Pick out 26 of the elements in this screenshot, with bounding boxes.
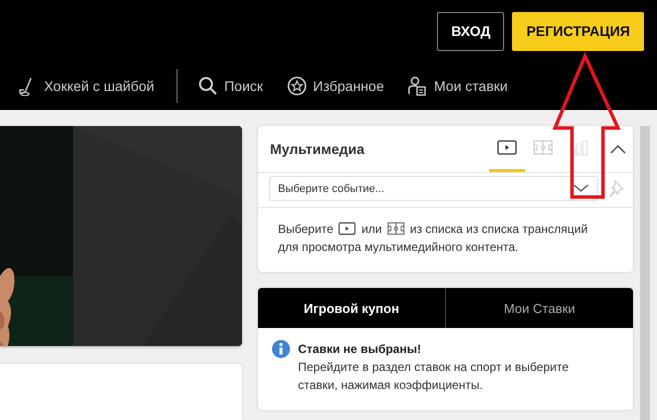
login-button[interactable]: ВХОД [437,12,504,50]
field-icon [386,222,405,236]
event-select[interactable]: Выберите событие... [269,176,598,201]
search-icon [198,76,218,96]
nav-link[interactable]: Хоккей с шайбой [44,78,154,94]
scrollbar[interactable] [640,126,650,420]
nav-link[interactable]: Мои ставки [434,78,508,94]
hint-text: или [361,221,382,238]
field-icon [533,140,553,156]
notice-title: Ставки не выбраны! [298,341,422,358]
hint-text: из списка из списка трансляций [410,221,588,238]
info-icon [272,340,290,358]
video-icon [497,140,517,156]
hint-text: для просмотра мультимедийного контента. [278,240,518,254]
user-list-icon [408,76,428,96]
collapse-icon [609,144,627,154]
nav-link[interactable]: Поиск [224,78,264,94]
pin-icon [608,180,625,198]
nav-link[interactable]: Избранное [313,78,384,94]
chevron-down-icon [573,184,589,193]
hint-text: Выберите [278,221,334,238]
coupon-tab[interactable]: Мои Ставки [445,288,633,328]
register-button[interactable]: РЕГИСТРАЦИЯ [512,12,644,50]
card-title: Мультимедиа [270,141,366,157]
video-icon [338,222,356,236]
notice-text: Перейдите в раздел ставок на спорт и выберите ставки, нажимая коэффициенты. [298,359,570,394]
